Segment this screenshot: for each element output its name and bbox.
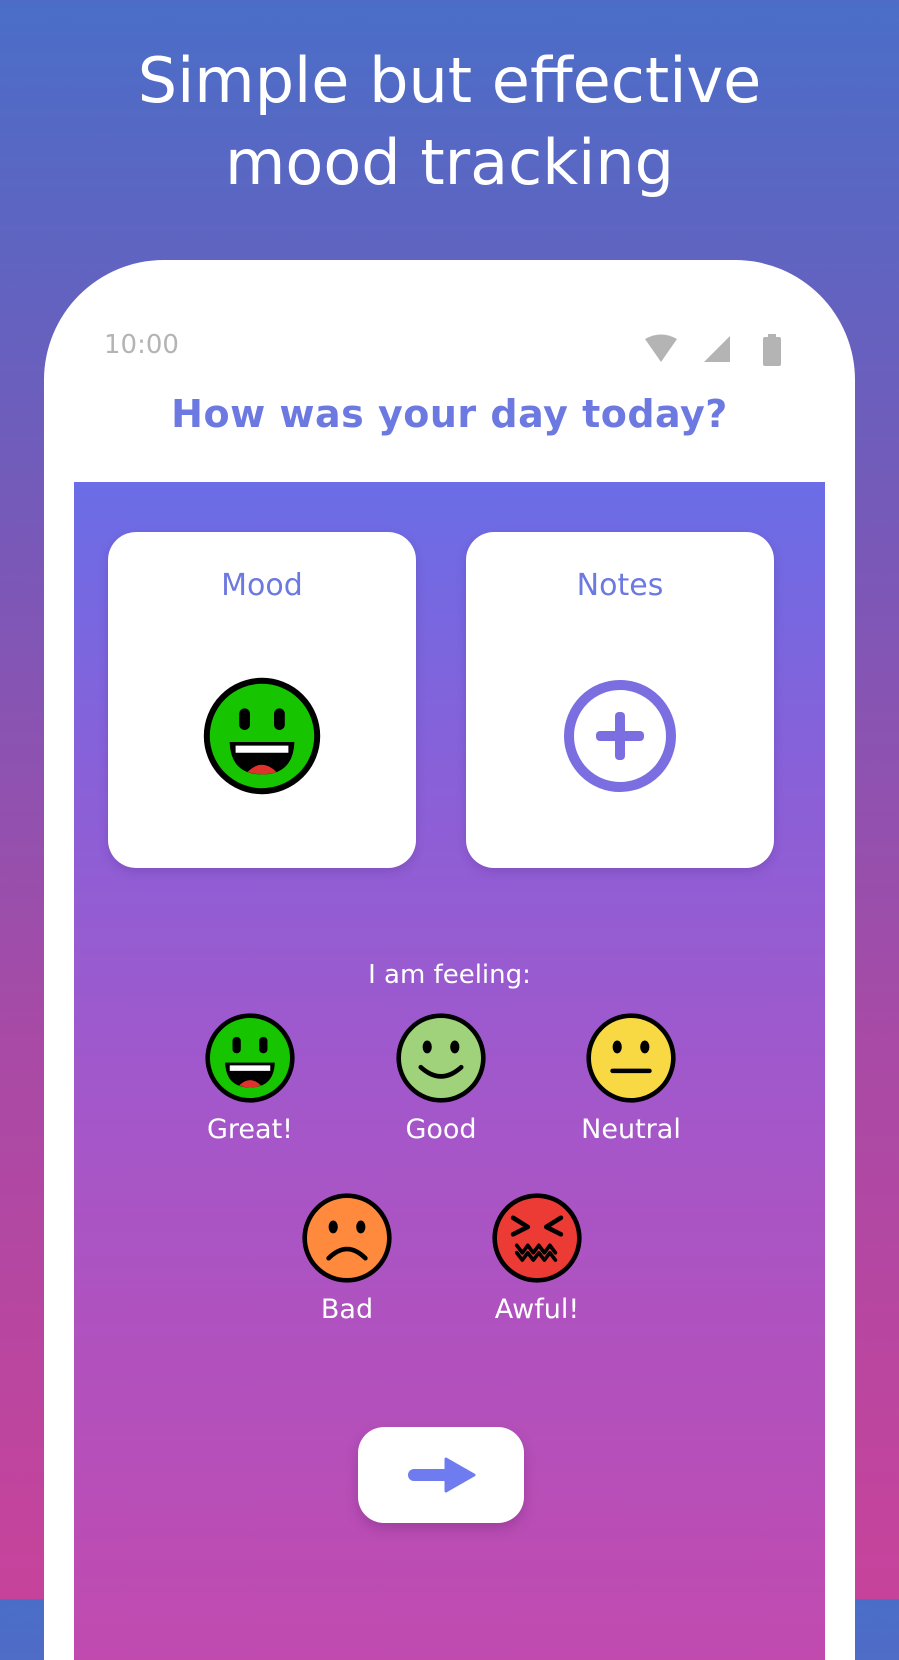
notes-card-title: Notes (576, 568, 664, 603)
mood-card[interactable]: Mood (108, 532, 416, 868)
good-face-icon (396, 1013, 486, 1103)
mood-option-great[interactable]: Great! (180, 1012, 320, 1145)
add-circle-icon[interactable] (560, 676, 680, 796)
mood-card-title: Mood (221, 568, 303, 603)
awful-face-icon (492, 1193, 582, 1283)
mood-option-good[interactable]: Good (371, 1012, 511, 1145)
question-heading: How was your day today? (171, 392, 728, 436)
notes-card[interactable]: Notes (466, 532, 774, 868)
headline: Simple but effective mood tracking (0, 40, 899, 204)
feeling-label: I am feeling: (368, 960, 531, 990)
signal-icon (704, 336, 730, 362)
mood-label-awful: Awful! (494, 1294, 580, 1325)
mood-screen: Mood Notes I am feeling: Great! Good Neu… (74, 482, 825, 1660)
mood-option-neutral[interactable]: Neutral (561, 1012, 701, 1145)
headline-line-1: Simple but effective (137, 44, 762, 117)
headline-line-2: mood tracking (225, 126, 674, 199)
mood-label-good: Good (405, 1114, 477, 1145)
mood-option-bad[interactable]: Bad (277, 1192, 417, 1325)
status-icons (644, 334, 794, 366)
arrow-right-icon (408, 1457, 476, 1493)
great-face-icon (203, 677, 321, 795)
battery-icon (763, 334, 781, 366)
status-bar: 10:00 (104, 330, 794, 370)
bad-face-icon (302, 1193, 392, 1283)
wifi-icon (645, 334, 677, 362)
mood-label-bad: Bad (320, 1294, 374, 1325)
neutral-face-icon (586, 1013, 676, 1103)
status-time: 10:00 (104, 330, 179, 360)
mood-label-neutral: Neutral (581, 1114, 681, 1145)
great-face-icon (205, 1013, 295, 1103)
phone-frame: 10:00 How was your day today? Mood Notes… (44, 260, 855, 1660)
mood-option-awful[interactable]: Awful! (467, 1192, 607, 1325)
next-button[interactable] (358, 1427, 524, 1523)
mood-label-great: Great! (207, 1114, 293, 1145)
